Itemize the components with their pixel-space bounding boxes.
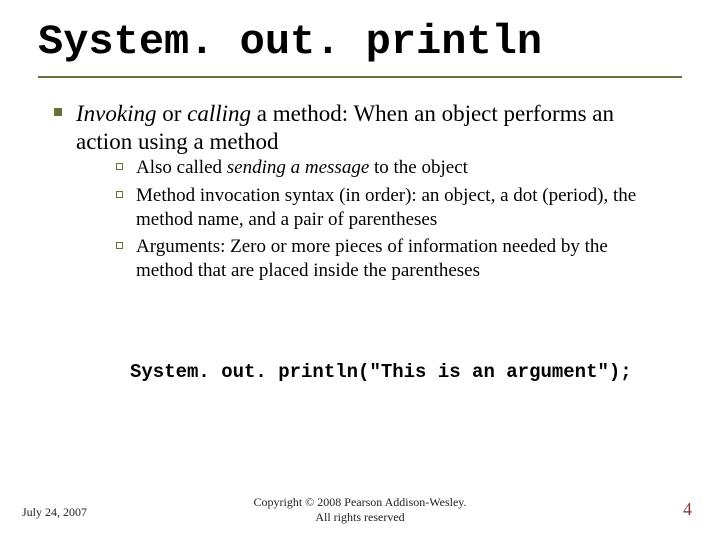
- bullet-square-icon: [54, 108, 62, 116]
- text: Method invocation syntax (in order): an …: [136, 185, 636, 230]
- italic-phrase: sending a message: [227, 157, 369, 178]
- slide-title: System. out. println: [38, 20, 682, 64]
- text: to the object: [369, 157, 468, 178]
- page-number: 4: [683, 499, 692, 520]
- italic-word: calling: [187, 101, 251, 126]
- text: Also called: [136, 157, 227, 178]
- code-example: System. out. println("This is an argumen…: [54, 361, 666, 384]
- sub-bullet: Method invocation syntax (in order): an …: [116, 184, 666, 232]
- footer: July 24, 2007 Copyright © 2008 Pearson A…: [0, 492, 720, 526]
- bullet-hollow-square-icon: [116, 242, 123, 249]
- copyright-line1: Copyright © 2008 Pearson Addison-Wesley.: [253, 495, 466, 509]
- italic-word: Invoking: [76, 101, 156, 126]
- bullet-level1: Invoking or calling a method: When an ob…: [54, 100, 666, 283]
- text: or: [156, 101, 187, 126]
- footer-copyright: Copyright © 2008 Pearson Addison-Wesley.…: [0, 495, 720, 524]
- sub-bullet-list: Also called sending a message to the obj…: [76, 156, 666, 283]
- sub-bullet: Arguments: Zero or more pieces of inform…: [116, 235, 666, 283]
- slide: System. out. println Invoking or calling…: [0, 0, 720, 540]
- bullet-text: Invoking or calling a method: When an ob…: [76, 101, 614, 154]
- copyright-line2: All rights reserved: [315, 510, 404, 524]
- bullet-hollow-square-icon: [116, 191, 123, 198]
- body: Invoking or calling a method: When an ob…: [0, 78, 720, 384]
- title-area: System. out. println: [0, 0, 720, 70]
- sub-bullet: Also called sending a message to the obj…: [116, 156, 666, 180]
- bullet-hollow-square-icon: [116, 163, 123, 170]
- text: Arguments: Zero or more pieces of inform…: [136, 236, 608, 281]
